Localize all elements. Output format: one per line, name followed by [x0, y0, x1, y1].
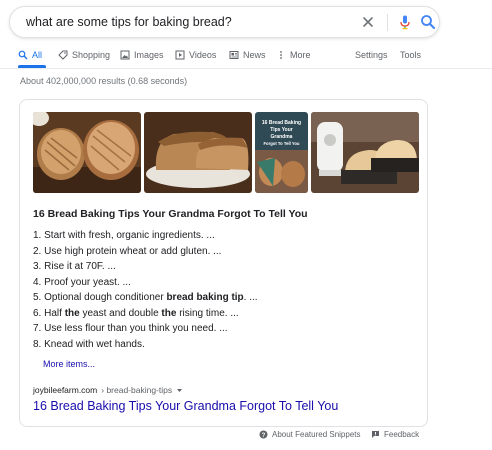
search-tabs: All Shopping Images Videos News More Set… [0, 48, 492, 68]
close-icon[interactable] [360, 14, 376, 30]
tools-label: Tools [400, 50, 422, 60]
snippet-step: 8. Knead with wet hands. [33, 337, 393, 353]
step-number: 3. [33, 261, 42, 272]
help-icon: ? [259, 430, 268, 439]
bread-tips-pin-image[interactable]: 16 Bread Baking Tips Your Grandma Forgot… [255, 112, 308, 193]
pin-text-line: 16 Bread Baking [262, 120, 301, 126]
search-box-divider [387, 14, 388, 31]
tab-more[interactable]: More [276, 50, 311, 60]
step-text: Knead with wet hands. [44, 338, 145, 350]
result-stats: About 402,000,000 results (0.68 seconds) [20, 76, 188, 86]
search-icon[interactable] [419, 13, 437, 31]
step-number: 7. [33, 323, 42, 334]
pin-text-line: Grandma [271, 134, 293, 140]
snippet-step: 6. Half the yeast and double the rising … [33, 306, 393, 322]
step-text: Use high protein wheat or add gluten. ..… [44, 245, 222, 257]
step-number: 5. [33, 292, 42, 303]
step-number: 8. [33, 338, 42, 350]
source-cite: joybileefarm.com › bread-baking-tips [33, 385, 183, 395]
bread-loaves-image[interactable] [33, 112, 141, 193]
step-text-bold: the [64, 307, 80, 319]
feedback-label: Feedback [384, 430, 420, 439]
snippet-step: 3. Rise it at 70F. ... [33, 259, 393, 275]
tools-link[interactable]: Tools [400, 50, 421, 60]
step-text: Optional dough conditioner [44, 292, 167, 303]
tab-label: News [243, 50, 266, 60]
search-icon [18, 50, 28, 60]
about-label: About Featured Snippets [272, 430, 361, 439]
search-input[interactable] [26, 7, 346, 37]
bread-loaf-plate-image[interactable] [144, 112, 252, 193]
step-text: . ... [243, 292, 258, 303]
tab-label: Images [134, 50, 164, 60]
tab-label: All [32, 50, 43, 60]
newspaper-icon [229, 51, 239, 59]
tab-news[interactable]: News [229, 50, 266, 60]
settings-label: Settings [355, 50, 388, 60]
snippet-steps-list: 1. Start with fresh, organic ingredients… [33, 228, 393, 352]
feedback-link[interactable]: Feedback [371, 430, 419, 439]
microphone-icon[interactable] [396, 13, 414, 31]
settings-link[interactable]: Settings [355, 50, 388, 60]
snippet-step: 4. Proof your yeast. ... [33, 275, 393, 291]
tab-all[interactable]: All [18, 50, 42, 60]
svg-text:?: ? [262, 433, 266, 439]
step-number: 6. [33, 307, 42, 319]
step-text: Proof your yeast. ... [44, 276, 131, 288]
tab-shopping[interactable]: Shopping [58, 50, 110, 60]
snippet-title: 16 Bread Baking Tips Your Grandma Forgot… [33, 208, 308, 220]
bread-mixer-pans-image[interactable] [311, 112, 419, 193]
dropdown-arrow-icon[interactable] [176, 387, 183, 394]
result-title-link[interactable]: 16 Bread Baking Tips Your Grandma Forgot… [33, 399, 338, 413]
kebab-icon [280, 51, 282, 59]
tab-label: Shopping [72, 50, 111, 60]
tab-label: Videos [189, 50, 217, 60]
step-text: Use less flour than you think you need. … [44, 323, 228, 334]
snippet-step: 7. Use less flour than you think you nee… [33, 321, 393, 337]
snippet-step: 1. Start with fresh, organic ingredients… [33, 228, 393, 244]
tabs-divider [0, 68, 492, 69]
step-text-bold: bread baking tip [166, 292, 244, 303]
image-icon [120, 50, 130, 60]
tab-images[interactable]: Images [120, 50, 164, 60]
cite-host: joybileefarm.com [33, 385, 98, 395]
step-number: 1. [33, 230, 42, 241]
tag-icon [58, 50, 68, 60]
step-text: rising time. ... [176, 307, 239, 319]
cite-path: › bread-baking-tips [101, 385, 173, 395]
more-items-link[interactable]: More items... [43, 359, 95, 369]
featured-snippet-card: 16 Bread Baking Tips Your Grandma Forgot… [19, 99, 428, 427]
pin-text-line: Tips Your [270, 127, 293, 133]
feedback-icon [372, 431, 379, 438]
snippet-step: 5. Optional dough conditioner bread baki… [33, 290, 393, 306]
step-number: 2. [33, 245, 42, 257]
step-text: Half [44, 307, 65, 319]
search-box[interactable] [9, 6, 440, 38]
play-icon [175, 50, 185, 60]
pin-text-line: Forgot To Tell You [264, 141, 300, 146]
step-text: Start with fresh, organic ingredients. .… [44, 230, 215, 241]
step-number: 4. [33, 276, 42, 288]
step-text: Rise it at 70F. ... [44, 261, 116, 272]
tab-videos[interactable]: Videos [175, 50, 216, 60]
step-text-bold: the [161, 307, 177, 319]
about-featured-snippets-link[interactable]: ? About Featured Snippets [259, 430, 361, 439]
step-text: yeast and double [79, 307, 162, 319]
tab-label: More [290, 50, 311, 60]
snippet-step: 2. Use high protein wheat or add gluten.… [33, 244, 393, 260]
